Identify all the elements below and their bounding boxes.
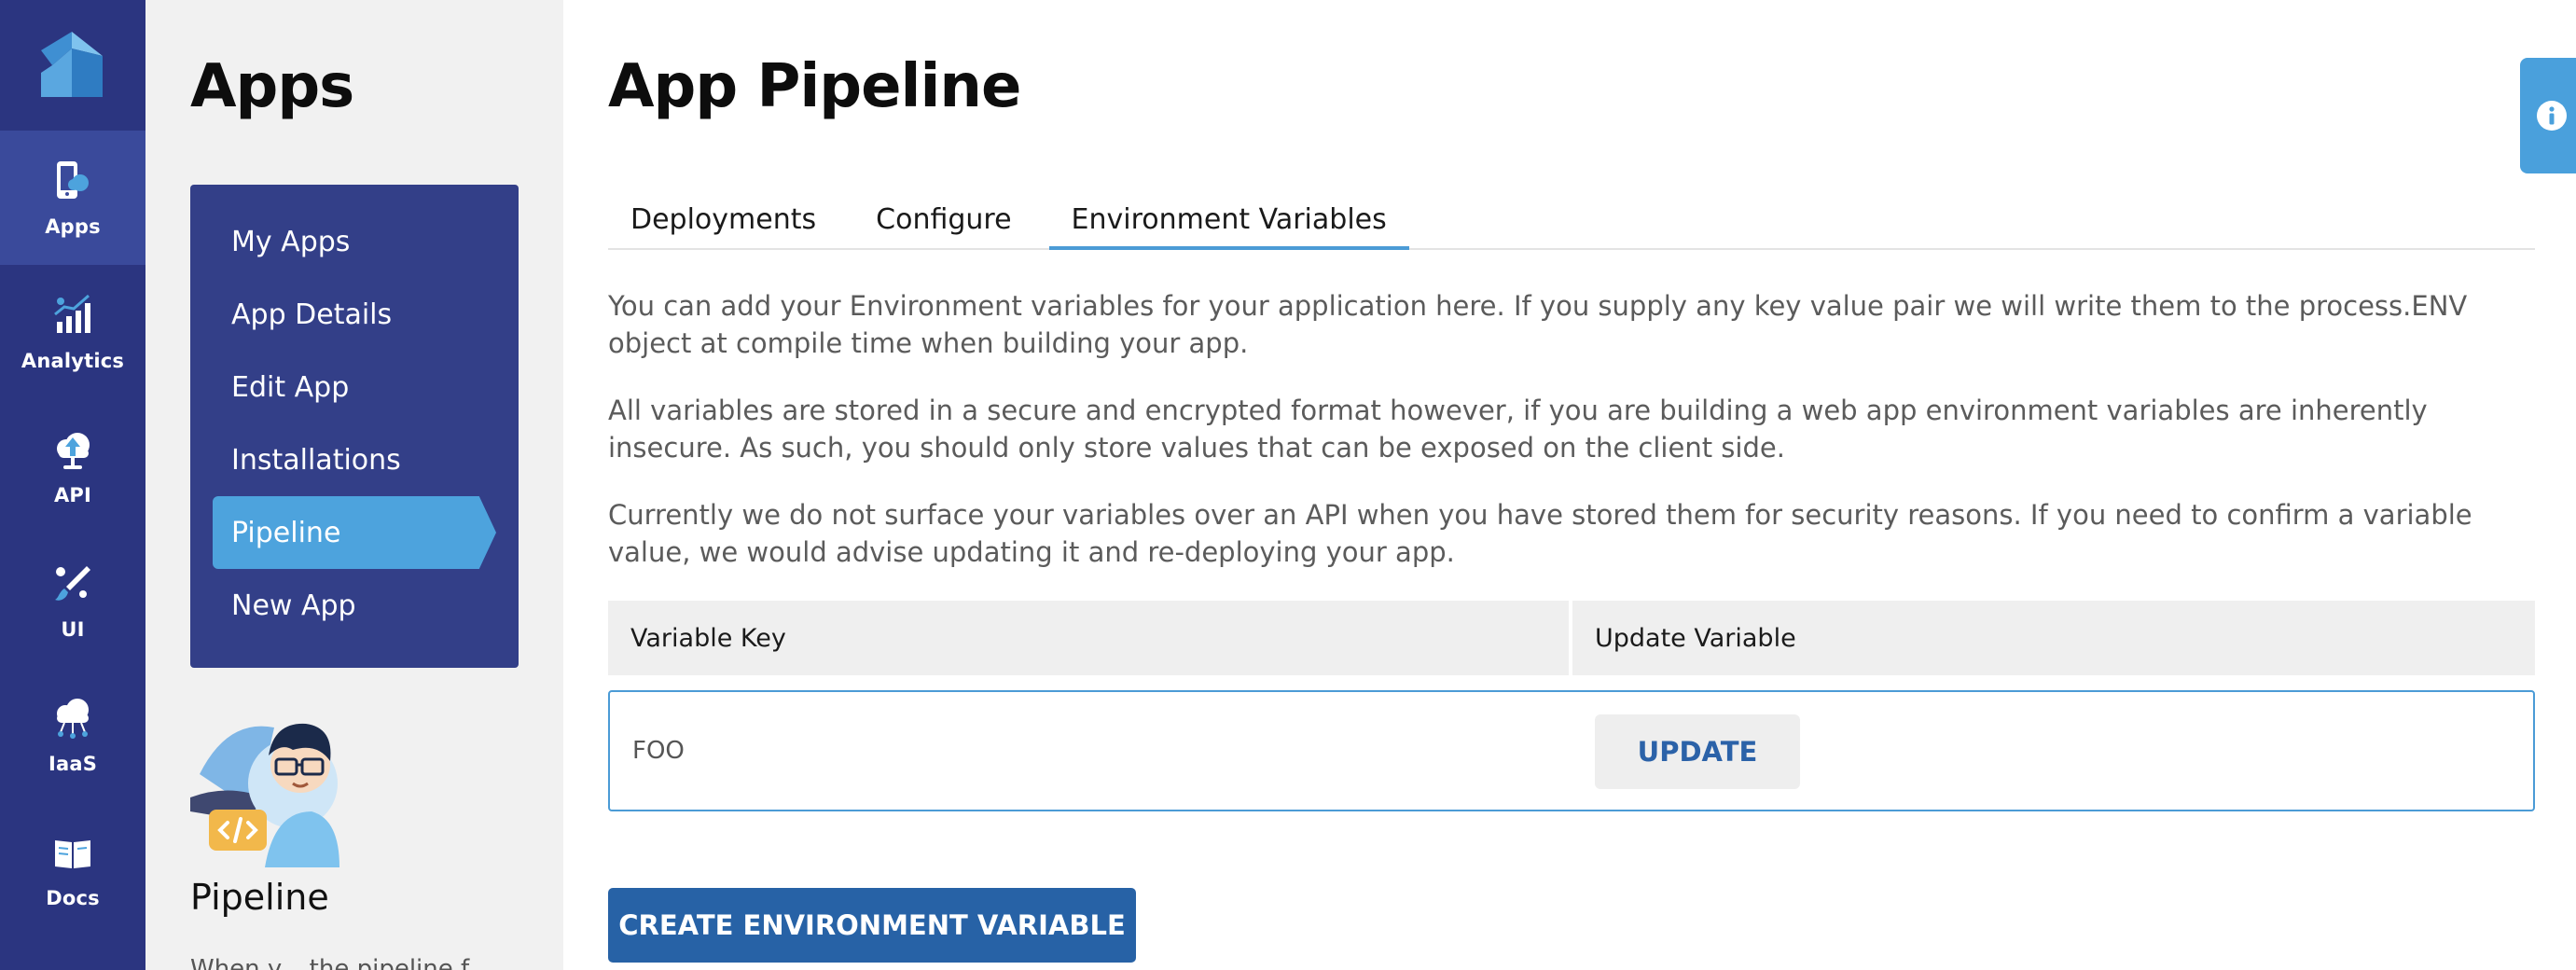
sidebar-menu: My Apps App Details Edit App Installatio… xyxy=(190,185,519,668)
paint-brush-icon xyxy=(55,566,90,601)
mobile-app-icon xyxy=(57,161,89,199)
sidebar-item-installations[interactable]: Installations xyxy=(213,423,496,496)
developer-illustration xyxy=(190,723,339,867)
cloud-upload-icon xyxy=(57,433,90,469)
sidebar-item-pipeline[interactable]: Pipeline xyxy=(213,496,496,569)
sidebar-item-new-app[interactable]: New App xyxy=(213,569,496,642)
intro-paragraph: You can add your Environment variables f… xyxy=(608,290,2468,359)
rail-label: UI xyxy=(61,618,85,641)
sidebar-item-my-apps[interactable]: My Apps xyxy=(213,205,496,278)
api-notice-paragraph: Currently we do not surface your variabl… xyxy=(608,499,2472,568)
create-environment-variable-button[interactable]: CREATE ENVIRONMENT VARIABLE xyxy=(608,888,1136,963)
rail-item-iaas[interactable]: IaaS xyxy=(0,668,145,802)
info-icon xyxy=(2537,101,2567,131)
sidebar-item-app-details[interactable]: App Details xyxy=(213,278,496,351)
tab-environment-variables[interactable]: Environment Variables xyxy=(1048,192,1409,250)
column-header-update-variable: Update Variable xyxy=(1572,601,2535,675)
rail-label: Apps xyxy=(45,215,101,238)
rail-item-docs[interactable]: Docs xyxy=(0,802,145,936)
update-variable-button[interactable]: UPDATE xyxy=(1595,714,1800,789)
rail-label: Analytics xyxy=(21,350,125,372)
main-content: App Pipeline Deployments Configure Envir… xyxy=(608,0,2535,970)
sidebar-title: Apps xyxy=(190,52,354,121)
tab-bar: Deployments Configure Environment Variab… xyxy=(608,192,2535,250)
variables-table-header: Variable Key Update Variable xyxy=(608,601,2535,675)
table-row: FOO UPDATE xyxy=(608,690,2535,811)
rail-item-apps[interactable]: Apps xyxy=(0,131,145,265)
rail-item-api[interactable]: API xyxy=(0,399,145,534)
rail-item-ui[interactable]: UI xyxy=(0,534,145,668)
rail-label: Docs xyxy=(46,887,100,909)
info-panel-toggle[interactable] xyxy=(2520,58,2576,173)
section-sidebar: Apps My Apps App Details Edit App Instal… xyxy=(145,0,563,970)
tab-deployments[interactable]: Deployments xyxy=(608,192,838,246)
cloud-network-icon xyxy=(57,699,89,739)
variable-key-value: FOO xyxy=(632,737,685,765)
tab-configure[interactable]: Configure xyxy=(853,192,1033,246)
rail-label: API xyxy=(53,484,92,506)
sidebar-caption: Pipeline xyxy=(190,877,329,918)
rail-label: IaaS xyxy=(48,753,98,775)
brand-logo-icon[interactable] xyxy=(41,32,103,97)
sidebar-description: When y... the pipeline f... xyxy=(190,955,492,970)
icon-rail: Apps Analytics API UI IaaS Docs xyxy=(0,0,145,970)
book-icon xyxy=(55,840,90,868)
page-title: App Pipeline xyxy=(608,52,1021,121)
column-header-variable-key: Variable Key xyxy=(608,601,1569,675)
security-paragraph: All variables are stored in a secure and… xyxy=(608,395,2428,464)
rail-item-analytics[interactable]: Analytics xyxy=(0,265,145,399)
analytics-chart-icon xyxy=(54,294,90,333)
sidebar-item-edit-app[interactable]: Edit App xyxy=(213,351,496,423)
